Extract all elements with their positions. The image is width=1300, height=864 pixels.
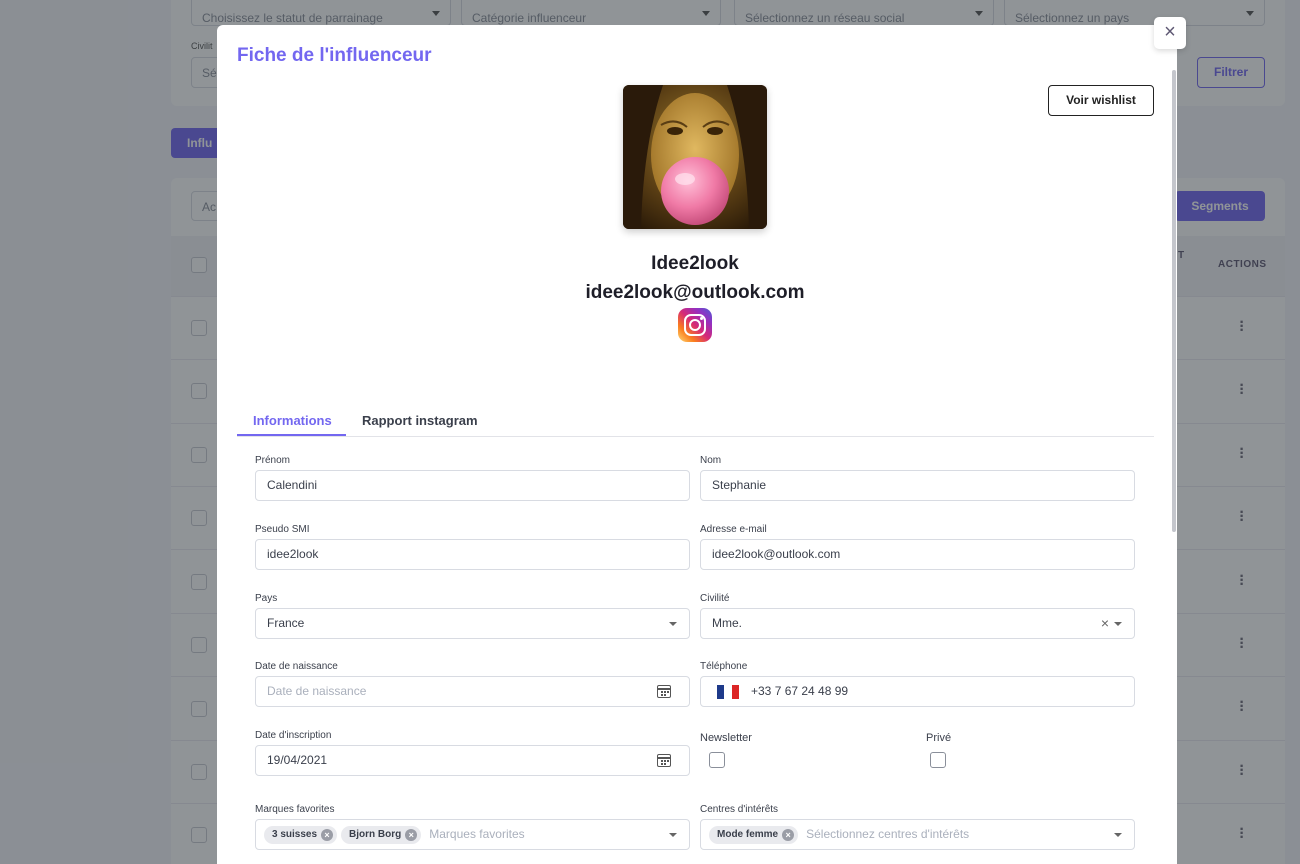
- date-naissance-input[interactable]: Date de naissance: [255, 676, 690, 707]
- pseudo-input[interactable]: idee2look: [255, 539, 690, 570]
- marques-select[interactable]: 3 suisses × Bjorn Borg × Marques favorites: [255, 819, 690, 850]
- prive-field: Privé: [926, 732, 951, 768]
- close-modal-button[interactable]: ×: [1154, 17, 1186, 49]
- newsletter-field: Newsletter: [700, 732, 752, 768]
- email-input[interactable]: idee2look@outlook.com: [700, 539, 1135, 570]
- date-naissance-label: Date de naissance: [255, 661, 338, 672]
- chevron-down-icon: [669, 833, 677, 837]
- pseudo-label: Pseudo SMI: [255, 524, 310, 535]
- prenom-field: Prénom Calendini: [255, 455, 690, 501]
- profile-tabs: Informations Rapport instagram: [237, 403, 1154, 437]
- date-inscription-field: Date d'inscription 19/04/2021: [255, 730, 690, 776]
- close-icon: ×: [1164, 21, 1176, 43]
- calendar-icon[interactable]: [657, 685, 671, 698]
- newsletter-label: Newsletter: [700, 732, 752, 744]
- profile-email: idee2look@outlook.com: [585, 282, 805, 303]
- modal-title: Fiche de l'influenceur: [237, 45, 432, 66]
- civilite-value: Mme.: [712, 616, 742, 630]
- centres-select[interactable]: Mode femme × Sélectionnez centres d'intérê…: [700, 819, 1135, 850]
- email-label: Adresse e-mail: [700, 524, 767, 535]
- marques-placeholder: Marques favorites: [429, 827, 525, 841]
- tag-chip: Mode femme ×: [709, 826, 799, 844]
- telephone-label: Téléphone: [700, 661, 748, 672]
- telephone-field: Téléphone +33 7 67 24 48 99: [700, 661, 1135, 707]
- civilite-select[interactable]: Mme. ×: [700, 608, 1135, 639]
- date-inscription-input[interactable]: 19/04/2021: [255, 745, 690, 776]
- pseudo-field: Pseudo SMI idee2look: [255, 524, 690, 570]
- centres-placeholder: Sélectionnez centres d'intérêts: [806, 827, 970, 841]
- france-flag-icon[interactable]: [717, 685, 739, 699]
- nom-field: Nom Stephanie: [700, 455, 1135, 501]
- influencer-modal: Fiche de l'influenceur Voir wishlist Ide…: [217, 25, 1177, 864]
- civilite-label: Civilité: [700, 593, 730, 604]
- date-inscription-value: 19/04/2021: [267, 753, 328, 767]
- pays-field: Pays France: [255, 593, 690, 639]
- avatar: [623, 85, 767, 229]
- centres-label: Centres d'intérêts: [700, 804, 779, 815]
- avatar-image: [623, 85, 767, 229]
- civilite-field: Civilité Mme. ×: [700, 593, 1135, 639]
- prive-label: Privé: [926, 732, 952, 744]
- calendar-icon[interactable]: [657, 754, 671, 767]
- chevron-down-icon: [669, 622, 677, 626]
- chevron-down-icon: [1114, 622, 1122, 626]
- date-naissance-field: Date de naissance Date de naissance: [255, 661, 690, 707]
- marques-label: Marques favorites: [255, 804, 335, 815]
- tab-informations[interactable]: Informations: [253, 413, 332, 428]
- remove-tag-icon[interactable]: ×: [405, 829, 418, 841]
- telephone-value: +33 7 67 24 48 99: [751, 684, 849, 698]
- prive-checkbox[interactable]: [930, 752, 946, 768]
- date-naissance-placeholder: Date de naissance: [267, 684, 367, 698]
- pays-label: Pays: [255, 593, 278, 604]
- email-field: Adresse e-mail idee2look@outlook.com: [700, 524, 1135, 570]
- active-tab-indicator: [237, 434, 346, 436]
- prenom-label: Prénom: [255, 455, 291, 466]
- date-inscription-label: Date d'inscription: [255, 730, 332, 741]
- marques-field: Marques favorites 3 suisses × Bjorn Borg × M…: [255, 804, 690, 850]
- pays-select[interactable]: France: [255, 608, 690, 639]
- remove-tag-icon[interactable]: ×: [782, 829, 795, 841]
- view-wishlist-button[interactable]: Voir wishlist: [1048, 85, 1154, 116]
- clear-icon[interactable]: ×: [1101, 609, 1109, 638]
- remove-tag-icon[interactable]: ×: [321, 829, 334, 841]
- tag-chip: Bjorn Borg ×: [341, 826, 422, 844]
- prenom-input[interactable]: Calendini: [255, 470, 690, 501]
- profile-name: Idee2look: [651, 253, 739, 274]
- telephone-input[interactable]: +33 7 67 24 48 99: [700, 676, 1135, 707]
- pays-value: France: [267, 616, 305, 630]
- tag-chip: 3 suisses ×: [264, 826, 338, 844]
- tab-rapport-instagram[interactable]: Rapport instagram: [362, 413, 478, 428]
- nom-label: Nom: [700, 455, 722, 466]
- chevron-down-icon: [1114, 833, 1122, 837]
- newsletter-checkbox[interactable]: [709, 752, 725, 768]
- centres-field: Centres d'intérêts Mode femme × Sélectionn…: [700, 804, 1135, 850]
- nom-input[interactable]: Stephanie: [700, 470, 1135, 501]
- instagram-icon[interactable]: [678, 308, 712, 342]
